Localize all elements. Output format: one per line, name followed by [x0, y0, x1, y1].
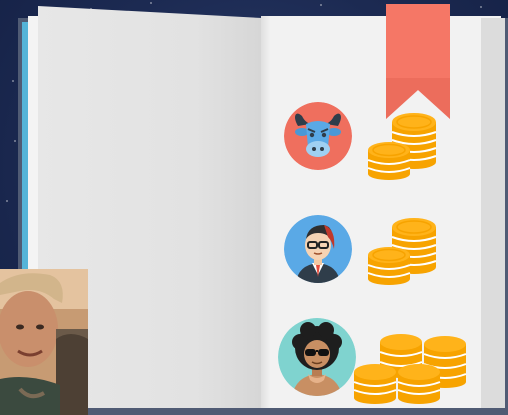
person-photo-icon	[0, 269, 88, 415]
bookmark-icon	[386, 4, 450, 119]
man-with-sunglasses-avatar-icon	[278, 318, 356, 396]
page-stack	[481, 18, 505, 408]
bull-avatar-icon	[284, 102, 352, 170]
man-with-glasses-avatar-icon	[284, 215, 352, 283]
coins-icon	[367, 113, 437, 180]
coins-icon	[353, 334, 467, 404]
coins-icon	[367, 218, 437, 285]
webcam-overlay	[0, 269, 88, 415]
page-gutter-shadow	[261, 16, 271, 408]
